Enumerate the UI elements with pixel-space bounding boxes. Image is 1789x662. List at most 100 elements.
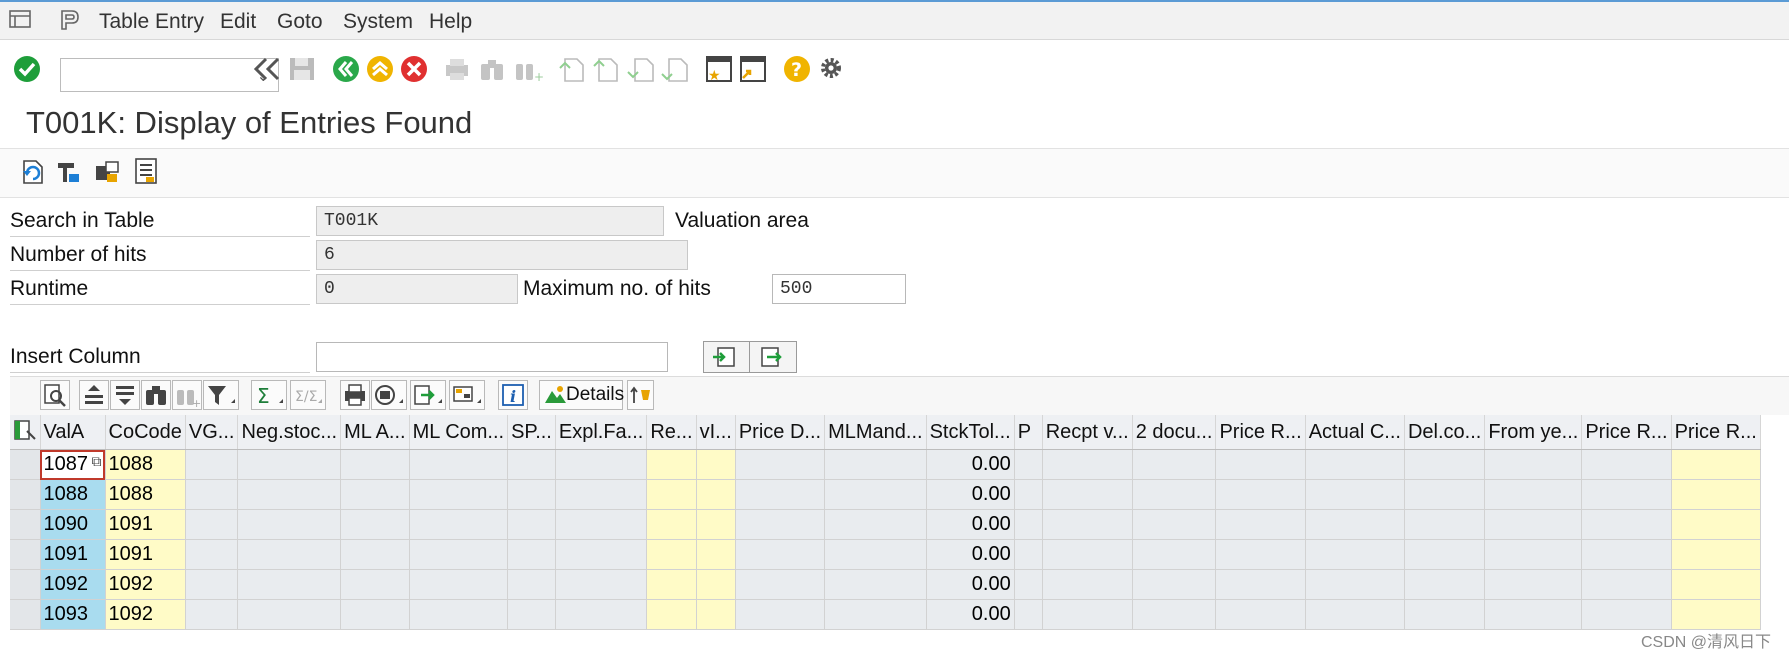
column-header[interactable]: ML Com...: [409, 415, 509, 450]
column-header[interactable]: 2 docu...: [1132, 415, 1217, 450]
cell-stock-tolerance[interactable]: 0.00: [926, 569, 1015, 600]
table-row[interactable]: 1092 1092 0.00: [10, 569, 1761, 600]
last-page-icon: [660, 56, 688, 89]
row-selector[interactable]: [10, 569, 41, 600]
row-selector[interactable]: [10, 509, 41, 540]
svg-text:+: +: [192, 397, 201, 409]
column-header[interactable]: ML A...: [340, 415, 410, 450]
svg-text:★: ★: [708, 68, 721, 84]
column-header[interactable]: Expl.Fa...: [555, 415, 648, 450]
column-header[interactable]: Price R...: [1581, 415, 1672, 450]
cell-valuation-area[interactable]: 1092: [40, 569, 106, 600]
sum-icon[interactable]: Σ: [251, 380, 287, 410]
cell-stock-tolerance[interactable]: 0.00: [926, 449, 1015, 480]
cell-stock-tolerance[interactable]: 0.00: [926, 509, 1015, 540]
find-binoculars-icon[interactable]: [141, 380, 171, 410]
refresh-icon[interactable]: [18, 158, 46, 191]
help-icon[interactable]: ?: [782, 54, 812, 89]
cell-company-code[interactable]: 1092: [105, 569, 186, 600]
column-header[interactable]: Neg.stoc...: [237, 415, 342, 450]
column-header[interactable]: StckTol...: [926, 415, 1015, 450]
column-header[interactable]: MLMand...: [824, 415, 927, 450]
exit-icon[interactable]: [365, 54, 395, 89]
cell-company-code[interactable]: 1088: [105, 449, 186, 480]
list-document-icon[interactable]: [131, 156, 159, 191]
back-icon[interactable]: [331, 54, 361, 89]
column-header[interactable]: VG...: [185, 415, 239, 450]
cell-valuation-area[interactable]: 1090: [40, 509, 106, 540]
settings-gear-icon[interactable]: [816, 53, 846, 88]
cell-valuation-area[interactable]: 1087 ⧉: [40, 449, 106, 480]
cell-valuation-area[interactable]: 1088: [40, 479, 106, 510]
table-row[interactable]: 1088 1088 0.00: [10, 479, 1761, 510]
table-row[interactable]: 1091 1091 0.00: [10, 539, 1761, 570]
column-header[interactable]: vI...: [696, 415, 736, 450]
application-toolbar: [0, 148, 1789, 198]
append-column-button[interactable]: [749, 341, 797, 373]
shortcut-icon[interactable]: [738, 54, 768, 89]
row-selector[interactable]: [10, 479, 41, 510]
column-header[interactable]: ValA: [40, 415, 106, 450]
column-header[interactable]: CoCode: [105, 415, 186, 450]
selection-screen-icon[interactable]: [93, 158, 121, 191]
grid-detail-icon[interactable]: [40, 380, 70, 410]
row-selector[interactable]: [10, 539, 41, 570]
command-field[interactable]: ⌄: [60, 58, 279, 92]
copy-icon[interactable]: ⧉: [92, 453, 102, 470]
graphics-icon[interactable]: [627, 380, 654, 410]
cell-stock-tolerance[interactable]: 0.00: [926, 599, 1015, 630]
sap-logo-icon[interactable]: [56, 8, 82, 37]
column-header[interactable]: Recpt v...: [1042, 415, 1133, 450]
menu-edit[interactable]: Edit: [220, 10, 256, 34]
menu-help[interactable]: Help: [429, 10, 472, 34]
cell-company-code[interactable]: 1091: [105, 509, 186, 540]
enter-check-icon[interactable]: [12, 54, 42, 89]
sort-descending-icon[interactable]: [110, 380, 140, 410]
hits-label-row: Number of hits: [10, 240, 310, 271]
table-row[interactable]: 1093 1092 0.00: [10, 599, 1761, 630]
filter-icon[interactable]: [203, 380, 239, 410]
cancel-icon[interactable]: [399, 54, 429, 89]
cell-valuation-area[interactable]: 1091: [40, 539, 106, 570]
sort-ascending-icon[interactable]: [79, 380, 109, 410]
views-icon[interactable]: [371, 380, 407, 410]
search-table-field: T001K: [316, 206, 664, 236]
print-preview-icon[interactable]: [340, 380, 370, 410]
menu-table-entry[interactable]: Table Entry: [99, 10, 204, 34]
cell-stock-tolerance[interactable]: 0.00: [926, 479, 1015, 510]
column-header[interactable]: Actual C...: [1305, 415, 1405, 450]
insert-column-button[interactable]: [703, 341, 751, 373]
export-icon[interactable]: [410, 380, 446, 410]
layout-icon[interactable]: [449, 380, 485, 410]
row-selector[interactable]: [10, 599, 41, 630]
cell-company-code[interactable]: 1091: [105, 539, 186, 570]
cell-valuation-area[interactable]: 1093: [40, 599, 106, 630]
select-all-icon[interactable]: [13, 419, 37, 443]
insert-column-input[interactable]: [316, 342, 668, 372]
column-header[interactable]: Del.co...: [1404, 415, 1486, 450]
column-header[interactable]: Re...: [646, 415, 697, 450]
column-header[interactable]: Price D...: [735, 415, 826, 450]
menu-goto[interactable]: Goto: [277, 10, 323, 34]
menu-system[interactable]: System: [343, 10, 413, 34]
menu-icon[interactable]: [8, 8, 32, 35]
column-header[interactable]: Price R...: [1215, 415, 1306, 450]
row-selector[interactable]: [10, 449, 41, 480]
column-header[interactable]: From ye...: [1484, 415, 1583, 450]
cell-company-code[interactable]: 1088: [105, 479, 186, 510]
cell-stock-tolerance[interactable]: 0.00: [926, 539, 1015, 570]
details-button[interactable]: Details: [539, 380, 624, 410]
print-icon: [443, 56, 471, 87]
new-session-icon[interactable]: ★: [704, 54, 734, 89]
table-row[interactable]: 1087 ⧉ 1088 0.00: [10, 449, 1761, 480]
back-double-icon[interactable]: [252, 56, 282, 87]
cell-company-code[interactable]: 1092: [105, 599, 186, 630]
column-header[interactable]: SP...: [507, 415, 556, 450]
column-header[interactable]: P: [1014, 415, 1043, 450]
table-row[interactable]: 1090 1091 0.00: [10, 509, 1761, 540]
column-header[interactable]: Price R...: [1671, 415, 1761, 450]
row-selector-header[interactable]: [10, 415, 41, 450]
information-icon[interactable]: i: [498, 380, 528, 410]
max-hits-input[interactable]: 500: [772, 274, 906, 304]
choose-fields-icon[interactable]: [55, 158, 83, 191]
